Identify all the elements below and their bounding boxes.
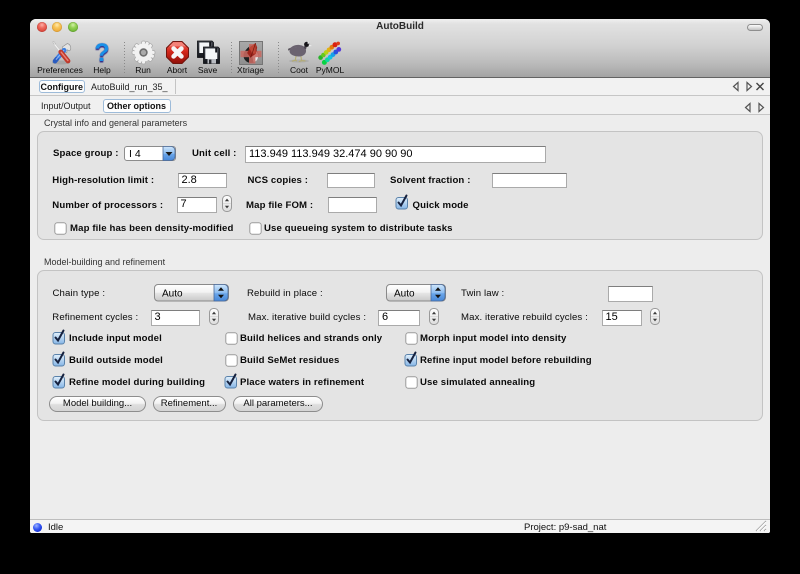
svg-text:Auto: Auto [394, 289, 415, 300]
svg-text:I 4: I 4 [129, 148, 141, 160]
svg-text:Auto: Auto [162, 289, 183, 300]
